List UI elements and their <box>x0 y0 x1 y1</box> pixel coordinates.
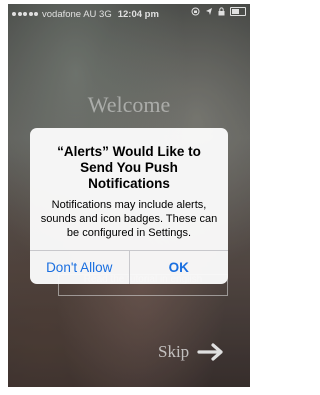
alert-button-row: Don't Allow OK <box>30 250 228 284</box>
alert-title: “Alerts” Would Like to Send You Push Not… <box>57 144 201 191</box>
alert-message: Notifications may include alerts, sounds… <box>40 199 218 239</box>
dont-allow-button[interactable]: Don't Allow <box>30 251 130 284</box>
ok-button[interactable]: OK <box>130 251 229 284</box>
phone-screen: vodafone AU 3G 12:04 pm Welcome Read the… <box>8 4 250 387</box>
push-notification-alert: “Alerts” Would Like to Send You Push Not… <box>30 128 228 284</box>
